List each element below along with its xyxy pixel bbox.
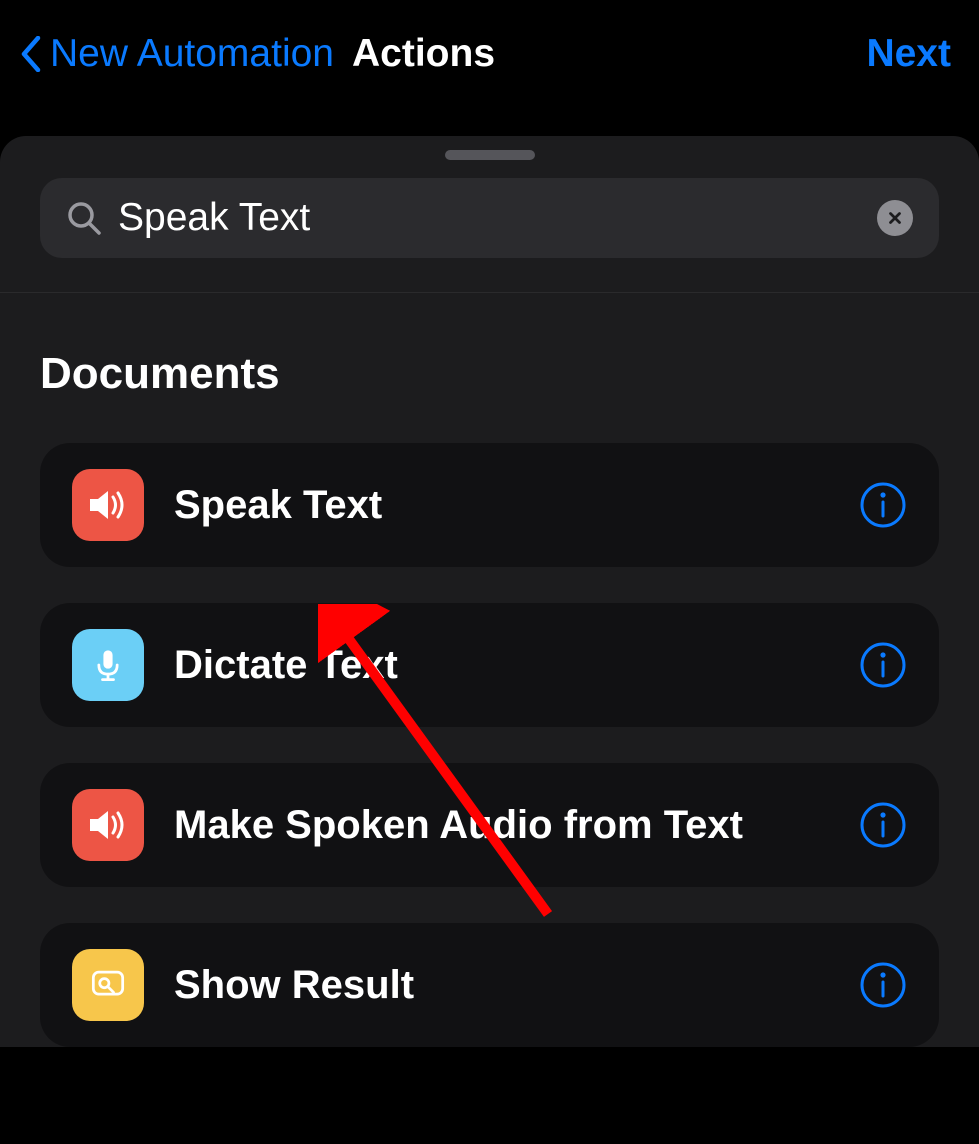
info-button[interactable]: [859, 961, 907, 1009]
search-icon: [66, 200, 102, 236]
action-speak-text[interactable]: Speak Text: [40, 443, 939, 567]
mic-icon: [72, 629, 144, 701]
search-field[interactable]: [40, 178, 939, 258]
sheet-grabber[interactable]: [445, 150, 535, 160]
chevron-left-icon: [20, 36, 42, 72]
action-label: Speak Text: [174, 483, 829, 528]
speaker-icon: [72, 469, 144, 541]
action-make-spoken-audio[interactable]: Make Spoken Audio from Text: [40, 763, 939, 887]
action-label: Show Result: [174, 963, 829, 1008]
action-label: Make Spoken Audio from Text: [174, 803, 829, 848]
clear-search-button[interactable]: [877, 200, 913, 236]
info-button[interactable]: [859, 641, 907, 689]
action-dictate-text[interactable]: Dictate Text: [40, 603, 939, 727]
results-section: Documents Speak Text: [0, 293, 979, 1047]
info-button[interactable]: [859, 481, 907, 529]
back-button[interactable]: New Automation: [20, 32, 334, 76]
page-title: Actions: [352, 32, 495, 76]
close-icon: [886, 209, 904, 227]
back-label: New Automation: [50, 32, 334, 76]
action-show-result[interactable]: Show Result: [40, 923, 939, 1047]
action-label: Dictate Text: [174, 643, 829, 688]
info-icon: [859, 961, 907, 1009]
speaker-icon: [72, 789, 144, 861]
info-button[interactable]: [859, 801, 907, 849]
result-icon: [72, 949, 144, 1021]
search-input[interactable]: [118, 196, 861, 240]
search-sheet: Documents Speak Text: [0, 136, 979, 1047]
section-title: Documents: [40, 349, 939, 399]
nav-bar: New Automation Actions Next: [0, 0, 979, 136]
info-icon: [859, 481, 907, 529]
next-button[interactable]: Next: [866, 32, 951, 76]
info-icon: [859, 801, 907, 849]
info-icon: [859, 641, 907, 689]
